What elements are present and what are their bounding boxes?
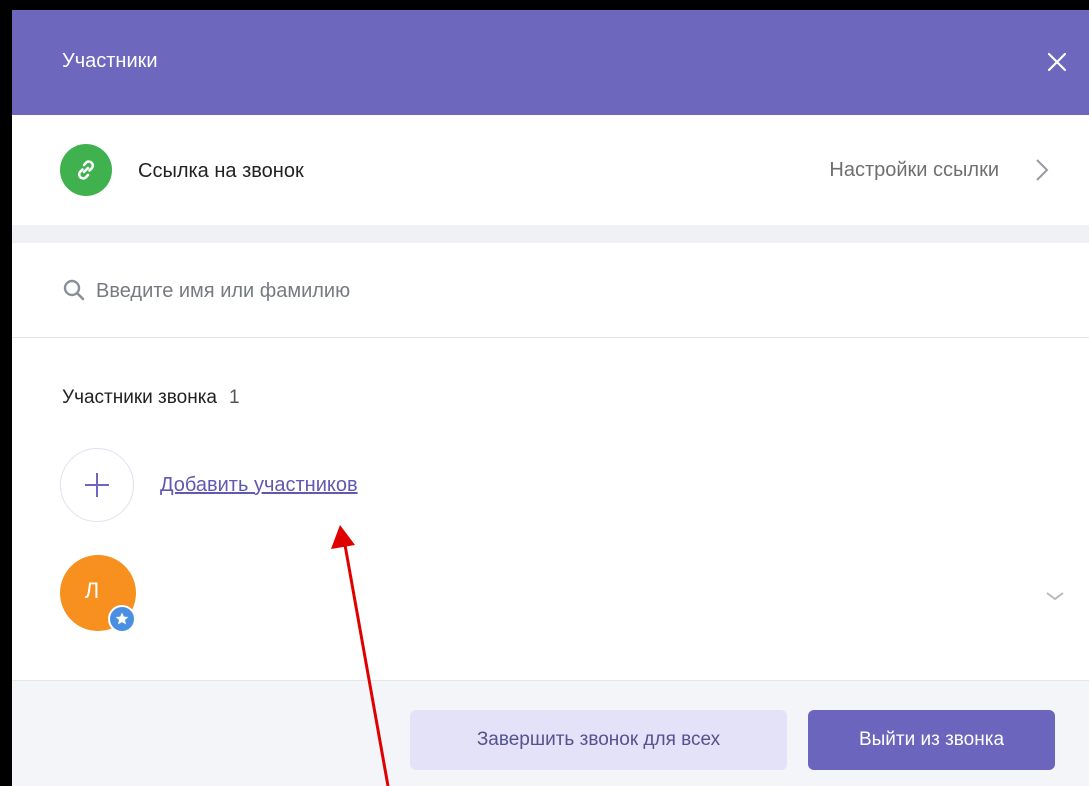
end-call-for-all-button[interactable]: Завершить звонок для всех (410, 710, 787, 770)
chevron-down-icon (1046, 592, 1064, 601)
participants-dialog: Участники Ссылка на звонок Настройки ссы… (12, 10, 1089, 786)
participant-row[interactable]: Л (60, 555, 1064, 635)
add-participants-link[interactable]: Добавить участников (160, 474, 358, 497)
expand-participant-button[interactable] (1040, 581, 1070, 611)
search-bar (12, 243, 1089, 338)
call-link-label: Ссылка на звонок (138, 160, 304, 182)
avatar-initial: Л (84, 578, 100, 603)
screenshot-frame: Участники Ссылка на звонок Настройки ссы… (0, 0, 1089, 786)
dialog-header: Участники (12, 10, 1089, 115)
add-icon-circle (60, 448, 134, 522)
chevron-right-icon (1035, 158, 1049, 182)
link-settings-label: Настройки ссылки (829, 158, 999, 181)
leave-call-button[interactable]: Выйти из звонка (808, 710, 1055, 770)
star-icon (108, 605, 136, 633)
search-icon (63, 279, 85, 306)
close-icon (1047, 52, 1067, 72)
participants-count: 1 (229, 387, 240, 408)
participants-section-title: Участники звонка 1 (62, 387, 240, 409)
dialog-title: Участники (62, 50, 158, 72)
participants-title: Участники звонка (62, 387, 217, 408)
plus-icon (85, 473, 109, 497)
dialog-footer: Завершить звонок для всех Выйти из звонк… (12, 680, 1089, 786)
search-input[interactable] (94, 273, 798, 309)
section-divider (12, 225, 1089, 243)
link-settings-button[interactable]: Настройки ссылки (829, 158, 1049, 182)
close-button[interactable] (1037, 42, 1077, 82)
link-icon (60, 144, 112, 196)
add-participants-button[interactable]: Добавить участников (60, 448, 358, 522)
call-link-row: Ссылка на звонок Настройки ссылки (12, 115, 1089, 225)
